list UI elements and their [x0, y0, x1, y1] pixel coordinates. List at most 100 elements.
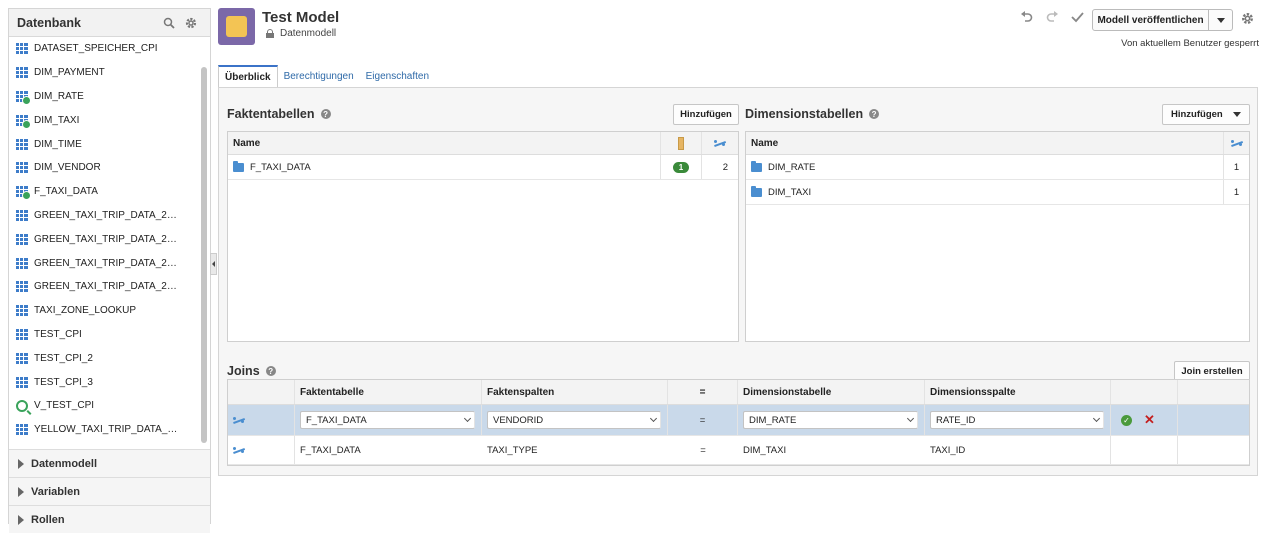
lock-status: Von aktuellem Benutzer gesperrt [1121, 38, 1259, 49]
collapse-sidebar-handle[interactable] [210, 253, 217, 275]
list-item[interactable]: DIM_TAXI [9, 108, 210, 132]
table-icon [16, 162, 28, 174]
column-header-name[interactable]: Name [746, 132, 1224, 154]
table-row[interactable]: F_TAXI_DATA 1 2 [228, 155, 738, 180]
chevron-left-icon [212, 261, 215, 267]
help-icon[interactable]: ? [869, 109, 880, 119]
column-header-joins[interactable] [1224, 132, 1249, 154]
redo-icon[interactable] [1046, 11, 1059, 26]
expand-icon [18, 486, 24, 497]
tab-overview[interactable]: Überblick [218, 65, 278, 88]
table-header: Faktentabelle Faktenspalten = Dimensions… [228, 380, 1249, 405]
dimension-table-icon [751, 185, 762, 197]
list-item[interactable]: TEST_CPI_3 [9, 370, 210, 394]
list-item[interactable]: DATASET_SPEICHER_CPI [9, 37, 210, 61]
status-badge: 1 [672, 161, 690, 173]
chevron-down-icon [463, 414, 472, 423]
table-used-icon [16, 186, 31, 201]
undo-icon[interactable] [1020, 11, 1033, 26]
data-model-icon [218, 8, 255, 45]
dimension-tables-grid: Name DIM_RATE 1 DIM_TAXI 1 [745, 131, 1250, 342]
table-row[interactable]: DIM_RATE 1 [746, 155, 1249, 180]
chevron-down-icon [649, 414, 658, 423]
gear-icon[interactable] [1240, 11, 1255, 30]
lock-icon [266, 29, 274, 38]
sidebar-scrollbar[interactable] [201, 67, 207, 443]
tab-bar: Überblick Berechtigungen Eigenschaften [218, 65, 1258, 88]
table-header: Name [228, 132, 738, 155]
table-icon [16, 67, 28, 79]
table-icon [16, 424, 28, 436]
column-header-dimension-table[interactable]: Dimensionstabelle [738, 380, 925, 404]
column-header-columns[interactable] [661, 132, 702, 154]
column-header-fact-columns[interactable]: Faktenspalten [482, 380, 668, 404]
caret-down-icon [1216, 17, 1225, 23]
expand-icon [18, 458, 24, 469]
cancel-icon[interactable]: ✕ [1144, 412, 1155, 428]
search-icon[interactable] [158, 12, 180, 34]
table-icon [16, 138, 28, 150]
caret-down-icon [1233, 112, 1241, 117]
add-dimension-table-button[interactable]: Hinzufügen [1162, 104, 1250, 125]
section-variablen[interactable]: Variablen [9, 477, 210, 505]
fact-tables-grid: Name F_TAXI_DATA 1 2 [227, 131, 739, 342]
list-item[interactable]: GREEN_TAXI_TRIP_DATA_2… [9, 251, 210, 275]
database-panel-title: Datenbank [17, 15, 81, 30]
list-item[interactable]: DIM_VENDOR [9, 156, 210, 180]
fact-table-icon [233, 160, 244, 172]
column-icon [678, 136, 684, 150]
join-icon [233, 416, 245, 425]
column-header-name[interactable]: Name [228, 132, 661, 154]
list-item[interactable]: DIM_PAYMENT [9, 61, 210, 85]
confirm-icon[interactable]: ✓ [1121, 414, 1132, 426]
join-row[interactable]: F_TAXI_DATA TAXI_TYPE = DIM_TAXI TAXI_ID [228, 436, 1249, 465]
fact-table-select[interactable]: F_TAXI_DATA [300, 411, 475, 429]
database-panel-header: Datenbank [9, 9, 210, 37]
table-header: Name [746, 132, 1249, 155]
gear-icon[interactable] [180, 12, 202, 34]
column-header-equals: = [668, 380, 738, 404]
list-item[interactable]: DIM_RATE [9, 85, 210, 109]
table-icon [16, 257, 28, 269]
column-header-dimension-column[interactable]: Dimensionsspalte [925, 380, 1111, 404]
list-item[interactable]: V_TEST_CPI [9, 394, 210, 418]
join-icon [1230, 139, 1243, 148]
help-icon[interactable]: ? [320, 109, 331, 119]
tab-properties[interactable]: Eigenschaften [360, 65, 435, 88]
table-used-icon [16, 90, 31, 105]
join-edit-row[interactable]: F_TAXI_DATA VENDORID = DIM_RATE RATE_ID … [228, 405, 1249, 436]
table-list: DATASET_SPEICHER_CPI DIM_PAYMENT DIM_RAT… [9, 37, 210, 449]
list-item[interactable]: GREEN_TAXI_TRIP_DATA_2… [9, 227, 210, 251]
expand-icon [18, 514, 24, 525]
list-item[interactable]: GREEN_TAXI_TRIP_DATA_2… [9, 275, 210, 299]
help-icon[interactable]: ? [265, 366, 276, 376]
dimension-table-select[interactable]: DIM_RATE [743, 411, 918, 429]
publish-options-dropdown[interactable] [1209, 9, 1233, 31]
section-rollen[interactable]: Rollen [9, 505, 210, 533]
tab-permissions[interactable]: Berechtigungen [278, 65, 360, 88]
chevron-down-icon [1092, 414, 1101, 423]
table-icon [16, 328, 28, 340]
section-datenmodell[interactable]: Datenmodell [9, 449, 210, 477]
dimension-column-select[interactable]: RATE_ID [930, 411, 1104, 429]
list-item[interactable]: TAXI_ZONE_LOOKUP [9, 299, 210, 323]
page-subtitle: Datenmodell [266, 28, 336, 39]
list-item[interactable]: F_TAXI_DATA [9, 180, 210, 204]
dimension-table-icon [751, 160, 762, 172]
fact-column-select[interactable]: VENDORID [487, 411, 661, 429]
check-icon[interactable] [1071, 11, 1084, 26]
joins-grid: Faktentabelle Faktenspalten = Dimensions… [227, 379, 1250, 466]
table-row[interactable]: DIM_TAXI 1 [746, 180, 1249, 205]
dimension-tables-title: Dimensionstabellen? [745, 107, 880, 121]
list-item[interactable]: DIM_TIME [9, 132, 210, 156]
table-used-icon [16, 114, 31, 129]
page-title: Test Model [262, 9, 340, 26]
list-item[interactable]: TEST_CPI_2 [9, 346, 210, 370]
publish-model-button[interactable]: Modell veröffentlichen [1092, 9, 1209, 31]
column-header-joins[interactable] [702, 132, 738, 154]
add-fact-table-button[interactable]: Hinzufügen [673, 104, 739, 125]
list-item[interactable]: GREEN_TAXI_TRIP_DATA_2… [9, 204, 210, 228]
list-item[interactable]: YELLOW_TAXI_TRIP_DATA_… [9, 418, 210, 442]
column-header-fact-table[interactable]: Faktentabelle [295, 380, 482, 404]
list-item[interactable]: TEST_CPI [9, 323, 210, 347]
